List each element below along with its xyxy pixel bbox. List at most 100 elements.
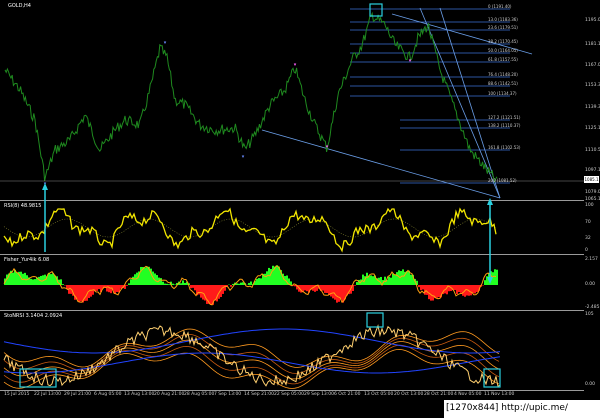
fisher-bar-up xyxy=(62,284,64,285)
main-pane-title: GOLD,H4 xyxy=(8,3,31,9)
fisher-chart xyxy=(3,265,498,306)
fisher-pane[interactable]: Fisher_Yur4ik 6.08 xyxy=(0,254,584,310)
fisher-bar-down xyxy=(470,285,472,296)
fisher-bar-down xyxy=(354,285,356,286)
time-axis-tick: 6 Oct 21:00 xyxy=(334,392,361,397)
fisher-bar-down xyxy=(330,285,332,297)
time-axis-tick: 28 Aug 05:00 xyxy=(184,392,215,397)
fib-level-label: 61.8 (1157.55) xyxy=(488,57,518,62)
fisher-bar-up xyxy=(146,266,148,285)
fib-level-label: 76.4 (1148.20) xyxy=(488,72,518,77)
time-axis-tick: 28 Oct 21:00 xyxy=(424,392,454,397)
time-axis-tick: 11 Nov 13:00 xyxy=(484,392,515,397)
price-axis-tick: 1153.3 xyxy=(585,83,600,88)
fisher-bar-up xyxy=(162,281,164,285)
fisher-bar-up xyxy=(12,272,14,285)
fisher-bar-up xyxy=(248,282,250,285)
stoch-pane[interactable]: StoNRSI 3.1404 2.0924 xyxy=(0,310,584,390)
fib-level-label: 138.2 (1110.37) xyxy=(488,123,521,128)
fisher-bar-up xyxy=(268,267,270,285)
fisher-bar-down xyxy=(114,285,116,294)
fisher-bar-down xyxy=(430,285,432,301)
fisher-bar-down xyxy=(222,285,224,294)
time-axis-tick: 4 Nov 05:00 xyxy=(454,392,482,397)
stoch-band-line xyxy=(3,344,500,385)
fisher-bar-up xyxy=(356,282,358,285)
fisher-bar-up xyxy=(240,282,242,285)
signal-highlight-box xyxy=(366,312,384,328)
fisher-bar-down xyxy=(428,285,430,300)
fractal-marker: ▾ xyxy=(44,181,47,187)
price-axis-tick: 1167.0 xyxy=(585,63,600,68)
fisher-bar-up xyxy=(34,279,36,285)
stoch-band-line xyxy=(3,328,500,368)
price-chart: ▾▾▾▾▾▾ xyxy=(0,3,584,199)
fisher-bar-up xyxy=(16,272,18,285)
fisher-bar-up xyxy=(370,275,372,285)
fisher-bar-down xyxy=(326,285,328,294)
fisher-bar-up xyxy=(366,272,368,285)
fisher-bar-down xyxy=(422,285,424,290)
fisher-bar-up xyxy=(410,274,412,285)
fisher-bar-down xyxy=(78,285,80,302)
fisher-bar-up xyxy=(180,283,182,285)
fisher-bar-up xyxy=(372,276,374,285)
stoch-blue-line xyxy=(3,352,501,374)
fisher-bar-down xyxy=(338,285,340,302)
fisher-pane-title: Fisher_Yur4ik 6.08 xyxy=(4,257,50,263)
fisher-bar-down xyxy=(420,285,422,291)
fisher-bar-down xyxy=(80,285,82,302)
time-axis-tick: 15 Jul 2015 xyxy=(4,392,30,397)
fisher-bar-down xyxy=(214,285,216,301)
fisher-bar-down xyxy=(126,285,128,286)
fisher-bar-up xyxy=(490,271,492,285)
fisher-bar-down xyxy=(438,285,440,298)
fisher-bar-up xyxy=(156,275,158,285)
fisher-bar-up xyxy=(182,280,184,285)
time-axis-tick: 14 Sep 21:00 xyxy=(244,392,275,397)
fisher-bar-down xyxy=(200,285,202,298)
fisher-bar-up xyxy=(264,273,266,285)
fib-level-label: 161.8 (1102.53) xyxy=(488,145,521,150)
fisher-bar-down xyxy=(426,285,428,295)
fisher-bar-up xyxy=(132,276,134,285)
fisher-bar-up xyxy=(260,278,262,285)
fisher-bar-down xyxy=(190,285,192,289)
indicator-axis-tick: -2.485 xyxy=(585,305,600,310)
fisher-bar-up xyxy=(172,283,174,285)
time-axis-tick: 29 Jul 21:00 xyxy=(64,392,91,397)
fisher-bar-down xyxy=(334,285,336,300)
fisher-bar-down xyxy=(432,285,434,301)
fisher-bar-up xyxy=(272,265,274,285)
main-chart-pane[interactable]: ▾ ▾ ▾ ▾ ▾ ▾ GOLD,H4 xyxy=(0,0,584,200)
fisher-bar-up xyxy=(394,274,396,285)
fisher-bar-up xyxy=(362,274,364,285)
fisher-bar-up xyxy=(174,284,176,285)
fib-level-label: 88.6 (1142.51) xyxy=(488,81,518,86)
fisher-bar-down xyxy=(116,285,118,292)
fisher-bar-down xyxy=(210,285,212,306)
fisher-bar-up xyxy=(50,274,52,285)
fisher-bar-down xyxy=(192,285,194,288)
indicator-axis-tick: 32 xyxy=(585,236,591,241)
fisher-bar-down xyxy=(98,285,100,290)
fisher-bar-up xyxy=(52,273,54,285)
fisher-bar-down xyxy=(454,285,456,291)
time-axis-tick: 20 Oct 13:00 xyxy=(394,392,424,397)
footer-link[interactable]: [1270x844] http://upic.me/ xyxy=(446,403,568,413)
price-axis-tick: 1139.3 xyxy=(585,105,600,110)
fisher-bar-down xyxy=(108,285,110,293)
fisher-bar-up xyxy=(160,278,162,285)
time-axis-tick: 29 Sep 13:00 xyxy=(304,392,335,397)
fisher-bar-down xyxy=(456,285,458,294)
fisher-bar-down xyxy=(306,285,308,292)
fib-level-label: 13.0 (1183.36) xyxy=(488,17,518,22)
rsi-pane[interactable]: RSI(8) 48.9815 xyxy=(0,200,584,254)
time-axis-tick: 7 Sep 13:00 xyxy=(214,392,242,397)
fisher-bar-down xyxy=(460,285,462,293)
fisher-bar-up xyxy=(38,276,40,285)
fisher-bar-down xyxy=(106,285,108,292)
fib-level-label: 127.2 (1121.51) xyxy=(488,115,521,120)
fisher-bar-down xyxy=(336,285,338,303)
fisher-bar-up xyxy=(258,278,260,285)
